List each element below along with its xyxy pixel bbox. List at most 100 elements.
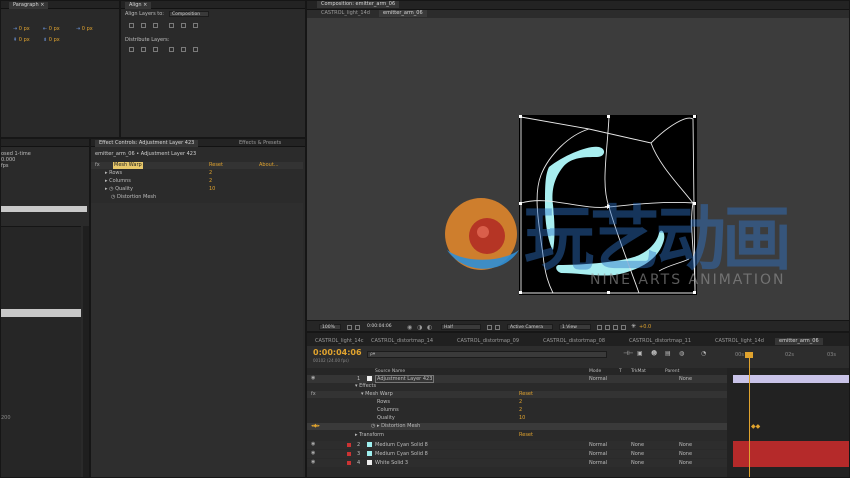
- mesh-warp-row[interactable]: fx Mesh Warp Reset About...: [91, 162, 303, 169]
- comp-subtab-castrol-light-14d[interactable]: CASTROL_light_14d: [317, 10, 374, 17]
- paragraph-value-5[interactable]: ⇟ 0 px: [43, 37, 60, 44]
- sub-row-rows-value[interactable]: 2: [519, 399, 522, 406]
- layer-parent[interactable]: None: [679, 376, 692, 382]
- prop-columns-value[interactable]: 2: [209, 178, 212, 185]
- snapshot-icon[interactable]: ◉: [407, 324, 412, 331]
- prop-rows-value[interactable]: 2: [209, 170, 212, 177]
- fx-icon[interactable]: fx: [311, 391, 316, 397]
- timeline-timecode[interactable]: 0:00:04:06: [313, 348, 362, 357]
- transparency-grid-icon[interactable]: [495, 325, 500, 330]
- layer-mode[interactable]: Normal: [589, 376, 607, 382]
- views-select[interactable]: 1 View: [559, 324, 591, 330]
- comp-subtab-emitter-arm-06[interactable]: emitter_arm_06: [379, 10, 427, 17]
- layer-trkmat[interactable]: None: [631, 442, 644, 448]
- label-color-red[interactable]: [347, 452, 351, 456]
- layer-parent[interactable]: None: [679, 460, 692, 466]
- layer-mode[interactable]: Normal: [589, 451, 607, 457]
- paragraph-value-1[interactable]: ⇥ 0 px: [13, 26, 30, 33]
- layer-mode[interactable]: Normal: [589, 442, 607, 448]
- keyframe-marker[interactable]: ◆◆: [751, 423, 760, 430]
- composition-title[interactable]: Composition: emitter_arm_06: [317, 1, 400, 8]
- exposure-icon[interactable]: ✳: [631, 323, 636, 330]
- distribute-3-icon[interactable]: [153, 47, 158, 52]
- paragraph-value-4[interactable]: ⇞ 0 px: [13, 37, 30, 44]
- align-bottom-icon[interactable]: [193, 23, 198, 28]
- align-left-icon[interactable]: [129, 23, 134, 28]
- current-time-indicator[interactable]: [749, 354, 750, 477]
- align-vcenter-icon[interactable]: [181, 23, 186, 28]
- timeline-tab-7[interactable]: emitter_arm_06: [775, 338, 823, 345]
- eye-icon[interactable]: ◉: [311, 450, 315, 456]
- layer-name[interactable]: Medium Cyan Solid 8: [367, 451, 428, 457]
- resolution-select[interactable]: Half: [441, 324, 481, 330]
- eye-icon[interactable]: ◉: [311, 375, 315, 381]
- align-layers-to-select[interactable]: Composition: [169, 11, 209, 17]
- layer-trkmat[interactable]: None: [631, 460, 644, 466]
- exposure-value[interactable]: +0.0: [639, 324, 651, 330]
- tab-effect-controls[interactable]: Effect Controls: Adjustment Layer 423: [95, 140, 199, 147]
- prop-quality-value[interactable]: 10: [209, 186, 215, 193]
- eye-icon[interactable]: ◉: [311, 459, 315, 465]
- label-color-red[interactable]: [347, 461, 351, 465]
- layer-parent[interactable]: None: [679, 442, 692, 448]
- color-channel-icon[interactable]: ◐: [427, 324, 432, 331]
- eye-icon[interactable]: ◉: [311, 441, 315, 447]
- sub-row-quality-value[interactable]: 10: [519, 415, 525, 422]
- graph-editor-icon[interactable]: ◔: [701, 350, 706, 357]
- tab-paragraph[interactable]: Paragraph ×: [9, 2, 49, 9]
- align-top-icon[interactable]: [169, 23, 174, 28]
- timeline-tab-1[interactable]: CASTROL_light_14c: [311, 338, 368, 345]
- timeline-search-input[interactable]: ρ▾: [367, 351, 607, 358]
- project-scrollbar[interactable]: [83, 226, 89, 477]
- sub-row-transform[interactable]: ▸ Transform: [355, 432, 384, 439]
- distribute-4-icon[interactable]: [169, 47, 174, 52]
- timeline-tab-2[interactable]: CASTROL_distortmap_14: [367, 338, 437, 345]
- tab-effects-presets[interactable]: Effects & Presets: [235, 140, 285, 147]
- distribute-6-icon[interactable]: [193, 47, 198, 52]
- fx-icon[interactable]: fx: [95, 162, 100, 169]
- frame-blend-icon[interactable]: ▤: [665, 350, 671, 357]
- show-channel-icon[interactable]: ◑: [417, 324, 422, 331]
- track-bar-solids[interactable]: [733, 441, 849, 467]
- label-color-red[interactable]: [347, 443, 351, 447]
- keyframe-nav-icon[interactable]: ◂◆▸: [311, 423, 320, 430]
- align-hcenter-icon[interactable]: [141, 23, 146, 28]
- sub-row-mesh-warp[interactable]: fx ▾ Mesh Warp Reset: [307, 391, 727, 398]
- timeline-tab-3[interactable]: CASTROL_distortmap_09: [453, 338, 523, 345]
- zoom-select[interactable]: 100%: [319, 324, 341, 330]
- col-t[interactable]: T: [619, 368, 622, 375]
- track-bar-adjustment[interactable]: [733, 375, 849, 383]
- tab-align[interactable]: Align ×: [125, 2, 152, 9]
- draft-3d-icon[interactable]: ▣: [637, 350, 643, 357]
- layer-parent[interactable]: None: [679, 451, 692, 457]
- distribute-1-icon[interactable]: [129, 47, 134, 52]
- layer-mode[interactable]: Normal: [589, 460, 607, 466]
- project-list[interactable]: [1, 226, 81, 477]
- sub-row-transform-value[interactable]: Reset: [519, 432, 533, 439]
- sub-row-effects[interactable]: ▾ Effects: [355, 383, 376, 390]
- paragraph-value-2[interactable]: ⇤ 0 px: [43, 26, 60, 33]
- layer-row-1[interactable]: ◉ 1 Adjustment Layer 423 Normal None: [307, 375, 727, 383]
- distribute-5-icon[interactable]: [181, 47, 186, 52]
- toggle-pixel-aspect-icon[interactable]: [597, 325, 602, 330]
- timeline-tab-4[interactable]: CASTROL_distortmap_08: [539, 338, 609, 345]
- paragraph-value-3[interactable]: ⇥ 0 px: [76, 26, 93, 33]
- project-search-input[interactable]: [1, 206, 87, 212]
- mesh-warp-about[interactable]: About...: [259, 162, 279, 169]
- mesh-warp-reset[interactable]: Reset: [209, 162, 223, 169]
- layer-trkmat[interactable]: None: [631, 451, 644, 457]
- project-item-selected[interactable]: [1, 309, 81, 317]
- timeline-tracks[interactable]: ◆◆: [727, 368, 849, 477]
- grid-icon[interactable]: [355, 325, 360, 330]
- timeline-tab-5[interactable]: CASTROL_distortmap_11: [625, 338, 695, 345]
- layer-name[interactable]: White Solid 3: [367, 460, 408, 466]
- motion-blur-icon[interactable]: ◍: [679, 350, 684, 357]
- layer-name[interactable]: Medium Cyan Solid 8: [367, 442, 428, 448]
- comp-mini-flowchart-icon[interactable]: ⊣⊢: [623, 350, 633, 357]
- sub-row-columns-value[interactable]: 2: [519, 407, 522, 414]
- comp-flowchart-icon[interactable]: [621, 325, 626, 330]
- safe-margins-icon[interactable]: [347, 325, 352, 330]
- mesh-warp-reset-timeline[interactable]: Reset: [519, 391, 533, 398]
- layer-row-3[interactable]: ◉ 3 Medium Cyan Solid 8 Normal None None: [307, 450, 727, 458]
- comp-timecode[interactable]: 0:00:04:06: [365, 324, 401, 330]
